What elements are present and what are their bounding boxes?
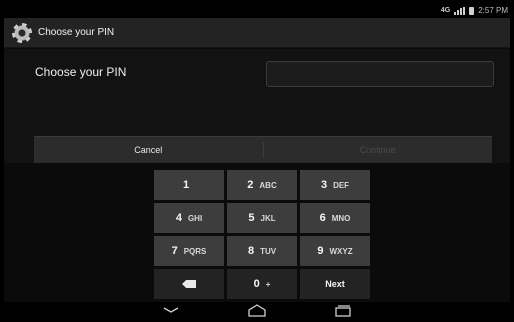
pin-label: Choose your PIN	[35, 65, 127, 79]
button-bar: Cancel Continue	[34, 136, 492, 163]
key-1-digit: 1	[182, 179, 190, 191]
key-9-letters: WXYZ	[329, 246, 353, 256]
key-5-letters: JKL	[260, 213, 276, 223]
signal-icon	[454, 6, 466, 15]
key-1[interactable]: 1	[154, 170, 224, 200]
key-0-letters: +	[265, 279, 271, 289]
key-2-letters: ABC	[259, 180, 277, 190]
recent-apps-icon[interactable]	[331, 303, 355, 317]
action-bar: Choose your PIN	[4, 18, 510, 48]
key-3[interactable]: 3 DEF	[300, 170, 370, 200]
key-6-digit: 6	[319, 212, 326, 224]
key-9[interactable]: 9 WXYZ	[300, 236, 370, 266]
key-4-digit: 4	[175, 212, 182, 224]
status-bar: 4G 2:57 PM	[4, 3, 510, 18]
key-2[interactable]: 2 ABC	[227, 170, 297, 200]
key-3-digit: 3	[320, 179, 328, 191]
next-key-label: Next	[325, 279, 345, 289]
key-8[interactable]: 8 TUV	[227, 236, 297, 266]
key-4-letters: GHI	[187, 213, 203, 223]
key-3-letters: DEF	[333, 180, 350, 190]
cancel-button[interactable]: Cancel	[34, 137, 263, 163]
key-6-letters: MNO	[331, 213, 351, 223]
key-9-digit: 9	[317, 245, 324, 257]
back-icon[interactable]	[159, 303, 183, 317]
key-4[interactable]: 4 GHI	[154, 203, 224, 233]
key-2-digit: 2	[247, 179, 254, 191]
backspace-key[interactable]	[154, 269, 224, 299]
home-icon[interactable]	[245, 303, 269, 317]
keypad: 1 2 ABC 3 DEF 4 GHI 5 JKL 6 MNO 7 PQRS 8…	[4, 163, 510, 302]
pin-input[interactable]	[266, 61, 494, 87]
pin-form: Choose your PIN Cancel Continue	[4, 49, 510, 163]
backspace-icon	[182, 280, 196, 288]
battery-icon	[469, 6, 475, 15]
settings-gear-icon[interactable]	[12, 22, 32, 43]
key-5[interactable]: 5 JKL	[227, 203, 297, 233]
continue-button[interactable]: Continue	[264, 137, 493, 163]
key-0[interactable]: 0 +	[227, 269, 297, 299]
key-7-digit: 7	[171, 245, 178, 257]
clock: 2:57 PM	[478, 6, 508, 15]
key-7-letters: PQRS	[183, 246, 207, 256]
key-7[interactable]: 7 PQRS	[154, 236, 224, 266]
key-0-digit: 0	[253, 278, 260, 290]
key-6[interactable]: 6 MNO	[300, 203, 370, 233]
next-key[interactable]: Next	[300, 269, 370, 299]
action-bar-title: Choose your PIN	[38, 27, 115, 38]
key-8-letters: TUV	[260, 246, 277, 256]
screen: 4G 2:57 PM Choose your PIN Choose your P…	[4, 3, 510, 318]
network-type: 4G	[440, 7, 451, 14]
key-8-digit: 8	[247, 245, 255, 257]
key-5-digit: 5	[248, 212, 255, 224]
navigation-bar	[4, 302, 510, 318]
